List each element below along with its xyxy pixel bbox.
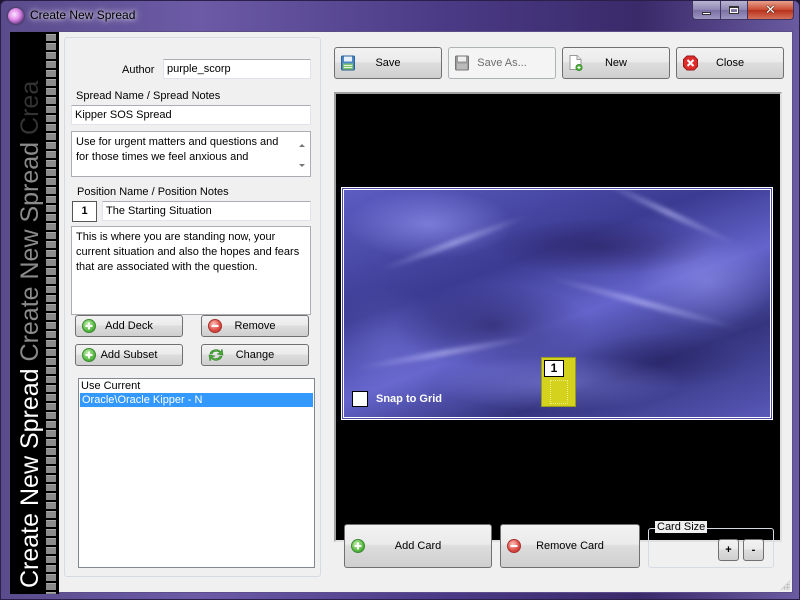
window-close-button[interactable]: ✕ bbox=[748, 1, 794, 20]
remove-card-label: Remove Card bbox=[536, 540, 604, 552]
add-card-button[interactable]: Add Card bbox=[344, 524, 492, 568]
deck-list[interactable]: Use Current Oracle\Oracle Kipper - N bbox=[78, 378, 315, 568]
banner-title: Create New Spread bbox=[16, 368, 44, 588]
card-back-pattern bbox=[550, 380, 568, 404]
spread-notes-scrollbar[interactable] bbox=[294, 132, 310, 176]
spread-card[interactable]: 1 bbox=[541, 357, 576, 407]
deck-list-item-selected[interactable]: Oracle\Oracle Kipper - N bbox=[80, 393, 313, 407]
position-section-label: Position Name / Position Notes bbox=[77, 186, 229, 198]
save-as-label: Save As... bbox=[477, 57, 527, 69]
save-button[interactable]: Save bbox=[334, 47, 442, 79]
close-button[interactable]: Close bbox=[676, 47, 784, 79]
add-subset-button[interactable]: Add Subset bbox=[75, 344, 183, 366]
film-perforations bbox=[46, 34, 56, 594]
scroll-down-icon[interactable] bbox=[299, 164, 305, 167]
card-size-decrease-button[interactable]: - bbox=[743, 539, 764, 561]
resize-grip[interactable] bbox=[780, 580, 790, 590]
close-label: Close bbox=[715, 57, 745, 69]
close-icon: ✕ bbox=[765, 2, 776, 18]
save-as-button[interactable]: Save As... bbox=[448, 47, 556, 79]
new-label: New bbox=[604, 57, 627, 69]
change-deck-button[interactable]: Change bbox=[201, 344, 309, 366]
snap-to-grid-label: Snap to Grid bbox=[376, 393, 442, 405]
position-notes-textarea[interactable]: This is where you are standing now, your… bbox=[71, 226, 311, 315]
app-icon bbox=[8, 8, 24, 24]
scroll-up-icon[interactable] bbox=[299, 144, 305, 147]
deck-list-item[interactable]: Use Current bbox=[79, 379, 314, 393]
save-label: Save bbox=[375, 57, 401, 69]
spread-details-panel: Author purple_scorp Spread Name / Spread… bbox=[64, 37, 321, 577]
snap-to-grid-checkbox[interactable] bbox=[352, 391, 368, 407]
side-banner: Create New Spread Create New Spread Crea bbox=[10, 32, 59, 594]
card-size-increase-button[interactable]: + bbox=[718, 539, 739, 561]
author-label: Author bbox=[122, 64, 155, 76]
spread-section-label: Spread Name / Spread Notes bbox=[76, 90, 221, 102]
title-bar[interactable]: Create New Spread ✕ bbox=[1, 1, 800, 29]
remove-card-button[interactable]: Remove Card bbox=[500, 524, 640, 568]
remove-deck-label: Remove bbox=[234, 320, 276, 332]
spread-canvas[interactable]: Snap to Grid 1 bbox=[334, 92, 782, 542]
add-deck-button[interactable]: Add Deck bbox=[75, 315, 183, 337]
card-size-label: Card Size bbox=[655, 521, 708, 533]
remove-deck-button[interactable]: Remove bbox=[201, 315, 309, 337]
add-subset-label: Add Subset bbox=[100, 349, 158, 361]
maximize-button[interactable] bbox=[721, 1, 748, 20]
client-area: Create New Spread Create New Spread Crea… bbox=[9, 31, 793, 594]
new-button[interactable]: New bbox=[562, 47, 670, 79]
card-position-number: 1 bbox=[544, 360, 564, 377]
add-deck-label: Add Deck bbox=[105, 320, 153, 332]
spread-notes-text: Use for urgent matters and questions and… bbox=[76, 136, 279, 163]
banner-text: Create New Spread Create New Spread Crea bbox=[12, 32, 48, 594]
add-card-label: Add Card bbox=[394, 540, 442, 552]
minimize-button[interactable] bbox=[692, 1, 721, 20]
card-size-group: Card Size + - bbox=[648, 521, 774, 568]
app-window: Create New Spread ✕ Create New Spread Cr… bbox=[0, 0, 800, 600]
position-number[interactable]: 1 bbox=[72, 201, 97, 222]
spread-board[interactable]: Snap to Grid 1 bbox=[340, 186, 774, 421]
spread-name-input[interactable]: Kipper SOS Spread bbox=[71, 105, 311, 125]
minimize-icon bbox=[702, 11, 711, 15]
caption-buttons: ✕ bbox=[692, 1, 794, 21]
change-deck-label: Change bbox=[235, 349, 275, 361]
maximize-icon bbox=[729, 6, 739, 14]
author-input[interactable]: purple_scorp bbox=[163, 59, 311, 79]
position-notes-text: This is where you are standing now, your… bbox=[76, 231, 300, 273]
banner-title-echo-dark: Crea bbox=[16, 80, 44, 135]
spread-notes-textarea[interactable]: Use for urgent matters and questions and… bbox=[71, 131, 311, 177]
window-title: Create New Spread bbox=[30, 8, 136, 22]
banner-title-echo: Create New Spread bbox=[16, 141, 44, 362]
position-name-input[interactable]: The Starting Situation bbox=[102, 201, 311, 221]
